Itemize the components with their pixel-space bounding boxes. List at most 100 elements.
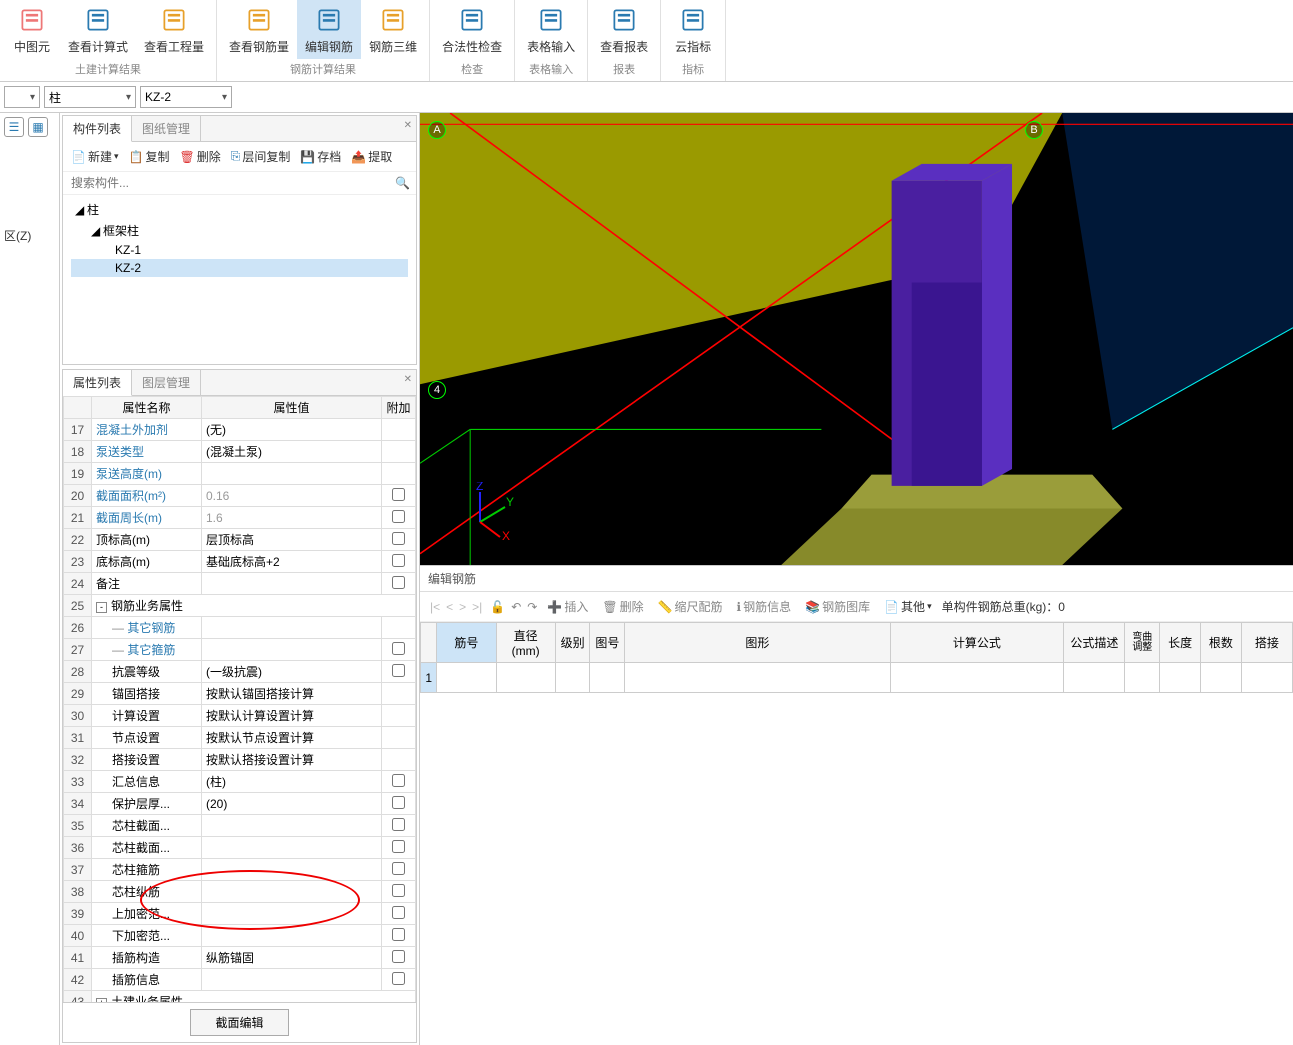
prop-value[interactable]: 按默认锚固搭接计算 [202,683,382,705]
checkbox[interactable] [392,532,405,545]
col-1[interactable]: 直径(mm) [496,623,555,663]
ribbon-table-input[interactable]: 表格输入 [519,0,583,59]
property-row[interactable]: 19泵送高度(m) [64,463,416,485]
tree-item-kz1[interactable]: KZ-1 [71,241,408,259]
close-icon[interactable]: ✕ [404,120,412,131]
prop-extra[interactable] [382,639,416,661]
checkbox[interactable] [392,884,405,897]
prop-value[interactable] [202,815,382,837]
table-row[interactable]: 1 [421,663,1293,693]
property-row[interactable]: 31节点设置按默认节点设置计算 [64,727,416,749]
prop-extra[interactable] [382,727,416,749]
ribbon-rebar-3d[interactable]: 钢筋三维 [361,0,425,59]
property-row[interactable]: 22顶标高(m)层顶标高 [64,529,416,551]
archive-button[interactable]: 💾存档 [296,146,345,167]
prop-extra[interactable] [382,859,416,881]
new-button[interactable]: 📄新建 ▾ [67,146,123,167]
checkbox[interactable] [392,796,405,809]
ribbon-cloud-index[interactable]: 云指标 [665,0,721,59]
extract-button[interactable]: 📤提取 [347,146,396,167]
prop-value[interactable]: (20) [202,793,382,815]
checkbox[interactable] [392,554,405,567]
prop-extra[interactable] [382,441,416,463]
other-button[interactable]: 📄其他 ▾ [880,596,936,617]
prop-value[interactable] [202,969,382,991]
floor-copy-button[interactable]: ⎘层间复制 [227,146,295,167]
prop-value[interactable] [202,573,382,595]
property-row[interactable]: 35芯柱截面... [64,815,416,837]
tab-property-list[interactable]: 属性列表 [63,370,132,396]
ribbon-edit-rebar[interactable]: 编辑钢筋 [297,0,361,59]
ribbon-sel-elem[interactable]: 中图元 [4,0,60,59]
col-4[interactable]: 图形 [625,623,890,663]
prop-extra[interactable] [382,507,416,529]
prop-extra[interactable] [382,793,416,815]
checkbox[interactable] [392,972,405,985]
tab-component-list[interactable]: 构件列表 [63,116,132,142]
col-0[interactable]: 筋号 [437,623,496,663]
grid-icon[interactable]: ▦ [28,117,48,137]
property-row[interactable]: 37芯柱箍筋 [64,859,416,881]
checkbox[interactable] [392,818,405,831]
prop-extra[interactable] [382,683,416,705]
tree-item-kz2[interactable]: KZ-2 [71,259,408,277]
property-row[interactable]: 17混凝土外加剂(无) [64,419,416,441]
property-row[interactable]: 32搭接设置按默认搭接设置计算 [64,749,416,771]
checkbox[interactable] [392,774,405,787]
prop-value[interactable]: (无) [202,419,382,441]
list-icon[interactable]: ☰ [4,117,24,137]
checkbox[interactable] [392,488,405,501]
property-row[interactable]: 26— 其它钢筋 [64,617,416,639]
section-edit-button[interactable]: 截面编辑 [190,1009,288,1036]
prop-extra[interactable] [382,463,416,485]
lock-icon[interactable]: 🔓 [490,600,505,614]
col-8[interactable]: 长度 [1160,623,1201,663]
prop-extra[interactable] [382,749,416,771]
nav-first[interactable]: |< [428,600,442,614]
search-input[interactable] [69,174,395,192]
checkbox[interactable] [392,510,405,523]
prop-value[interactable]: 按默认搭接设置计算 [202,749,382,771]
prop-extra[interactable] [382,617,416,639]
3d-viewport[interactable]: A B 4 Z Y X [420,113,1293,565]
property-row[interactable]: 34保护层厚...(20) [64,793,416,815]
search-icon[interactable]: 🔍 [395,176,410,190]
info-button[interactable]: ℹ钢筋信息 [733,596,796,617]
checkbox[interactable] [392,664,405,677]
ribbon-view-qty[interactable]: 查看工程量 [136,0,212,59]
property-row[interactable]: 30计算设置按默认计算设置计算 [64,705,416,727]
nav-last[interactable]: >| [470,600,484,614]
checkbox[interactable] [392,862,405,875]
property-row[interactable]: 21截面周长(m)1.6 [64,507,416,529]
prop-value[interactable]: 层顶标高 [202,529,382,551]
tab-drawing-mgmt[interactable]: 图纸管理 [132,116,201,141]
property-row[interactable]: 23底标高(m)基础底标高+2 [64,551,416,573]
prop-value[interactable] [202,639,382,661]
property-row[interactable]: 38芯柱纵筋 [64,881,416,903]
prop-extra[interactable] [382,419,416,441]
prop-value[interactable] [202,903,382,925]
property-row[interactable]: 24备注 [64,573,416,595]
prop-extra[interactable] [382,815,416,837]
delete-button[interactable]: 🗑删除 [598,596,647,617]
ribbon-view-report[interactable]: 查看报表 [592,0,656,59]
dropdown-component[interactable]: KZ-2▾ [140,86,232,108]
prop-value[interactable]: 基础底标高+2 [202,551,382,573]
prop-value[interactable] [202,881,382,903]
property-row[interactable]: 28抗震等级(一级抗震) [64,661,416,683]
prop-value[interactable] [202,617,382,639]
prop-value[interactable] [202,463,382,485]
prop-value[interactable] [202,859,382,881]
prop-extra[interactable] [382,573,416,595]
prop-value[interactable] [202,925,382,947]
close-icon[interactable]: ✕ [404,374,412,385]
dropdown-1[interactable]: ▾ [4,86,40,108]
delete-button[interactable]: 🗑删除 [175,146,224,167]
tree-sub[interactable]: ◢框架柱 [71,220,408,241]
prop-value[interactable]: (混凝土泵) [202,441,382,463]
copy-button[interactable]: 📋复制 [125,146,174,167]
property-row[interactable]: 43+土建业务属性 [64,991,416,1003]
ribbon-validity[interactable]: 合法性检查 [434,0,510,59]
prop-extra[interactable] [382,969,416,991]
property-row[interactable]: 36芯柱截面... [64,837,416,859]
